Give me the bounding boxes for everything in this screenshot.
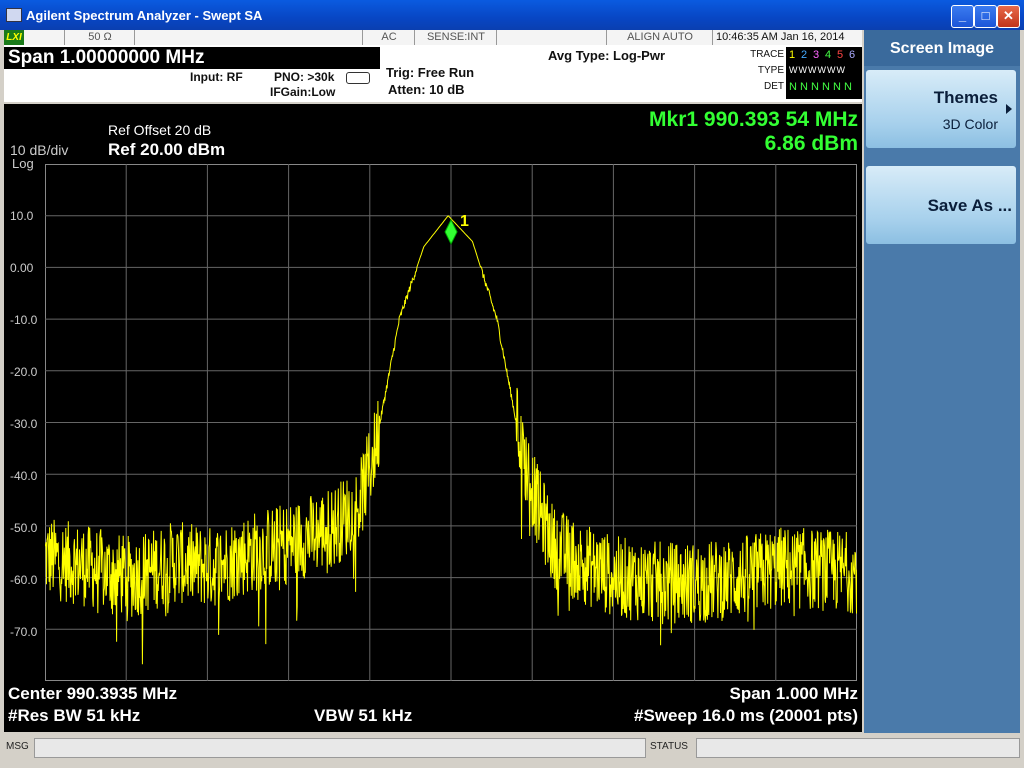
y-tick-label: 10.0: [10, 209, 34, 223]
log-label: Log: [12, 156, 34, 171]
trace-2: 2: [801, 49, 808, 61]
blank-cell: [134, 30, 255, 45]
submenu-arrow-icon: [1006, 104, 1012, 114]
themes-value: 3D Color: [942, 116, 998, 132]
ref-offset: Ref Offset 20 dB: [108, 122, 212, 138]
trace-4: 4: [825, 49, 832, 61]
y-tick-label: -20.0: [10, 365, 38, 379]
minimize-button[interactable]: _: [951, 5, 974, 28]
y-tick-label: -30.0: [10, 417, 38, 431]
det-row-label: DET: [764, 81, 784, 92]
spectrum-plot[interactable]: 1: [45, 164, 857, 681]
sweep-time: #Sweep 16.0 ms (20001 pts): [634, 706, 858, 725]
y-tick-label: -50.0: [10, 521, 38, 535]
det-row: N N N N N N: [789, 81, 852, 93]
res-bw: #Res BW 51 kHz: [8, 706, 141, 725]
marker-1-label: 1: [460, 213, 469, 230]
settings-header: Span 1.00000000 MHz Input: RF PNO: >30k …: [4, 45, 862, 102]
align-indicator: ALIGN AUTO: [606, 30, 713, 45]
status-field: [696, 738, 1020, 758]
center-frequency: Center 990.3935 MHz: [8, 684, 178, 703]
span-footer: Span 1.000 MHz: [729, 684, 859, 703]
y-tick-label: -60.0: [10, 573, 38, 587]
date-text: Jan 16, 2014: [780, 31, 845, 43]
vbw: VBW 51 kHz: [314, 706, 413, 725]
trace-5: 5: [837, 49, 844, 61]
avg-type-label: Avg Type: Log-Pwr: [548, 48, 665, 63]
sense-indicator: SENSE:INT: [414, 30, 497, 45]
span-display[interactable]: Span 1.00000000 MHz: [4, 47, 380, 69]
softkey-menu-title: Screen Image: [864, 30, 1020, 66]
trace-row-label: TRACE: [750, 49, 784, 60]
ifgain-label: IFGain:Low: [270, 85, 336, 99]
trace-status-grid: 1 2 3 4 5 6 WWWWWW N N N N N N: [786, 47, 862, 99]
spectrum-display: Ref Offset 20 dB 10 dB/div Ref 20.00 dBm…: [4, 104, 862, 732]
type-row: WWWWWW: [789, 65, 846, 75]
trace-1: 1: [789, 49, 796, 61]
message-bar: MSG STATUS: [0, 736, 1024, 758]
datetime: 10:46:35 AM Jan 16, 2014: [712, 30, 862, 45]
y-tick-label: -70.0: [10, 625, 38, 639]
pno-toggle-icon: [346, 72, 370, 84]
status-label: STATUS: [650, 741, 688, 752]
lxi-badge: LXI: [4, 30, 24, 45]
blank-cell-2: [496, 30, 607, 45]
msg-label: MSG: [6, 741, 29, 752]
title-bar: Agilent Spectrum Analyzer - Swept SA _ □…: [0, 0, 1024, 30]
themes-softkey[interactable]: Themes 3D Color: [866, 70, 1016, 148]
y-tick-label: -10.0: [10, 313, 38, 327]
type-row-label: TYPE: [757, 65, 784, 76]
softkey-panel: Screen Image Themes 3D Color Save As ...: [864, 30, 1020, 733]
marker-frequency: Mkr1 990.393 54 MHz: [649, 108, 858, 131]
time-text: 10:46:35 AM: [716, 31, 778, 43]
trigger-label: Trig: Free Run: [386, 65, 475, 80]
save-as-softkey[interactable]: Save As ...: [866, 166, 1016, 244]
impedance-indicator: 50 Ω: [64, 30, 135, 45]
pno-label: PNO: >30k: [274, 70, 335, 84]
input-label: Input: RF: [190, 70, 243, 84]
status-strip: LXI 50 Ω AC SENSE:INT ALIGN AUTO 10:46:3…: [4, 30, 862, 46]
coupling-indicator: AC: [362, 30, 415, 45]
save-as-label: Save As ...: [927, 196, 1012, 215]
message-field: [34, 738, 646, 758]
maximize-button[interactable]: □: [974, 5, 997, 28]
ref-level: Ref 20.00 dBm: [108, 140, 226, 159]
y-tick-label: 0.00: [10, 261, 34, 275]
app-icon: [6, 8, 22, 22]
y-tick-label: -40.0: [10, 469, 38, 483]
close-button[interactable]: ✕: [997, 5, 1020, 28]
attenuation-label: Atten: 10 dB: [388, 82, 465, 97]
themes-label: Themes: [933, 88, 998, 107]
trace-6: 6: [849, 49, 856, 61]
marker-amplitude: 6.86 dBm: [764, 132, 858, 155]
trace-3: 3: [813, 49, 820, 61]
window-title: Agilent Spectrum Analyzer - Swept SA: [26, 8, 263, 23]
